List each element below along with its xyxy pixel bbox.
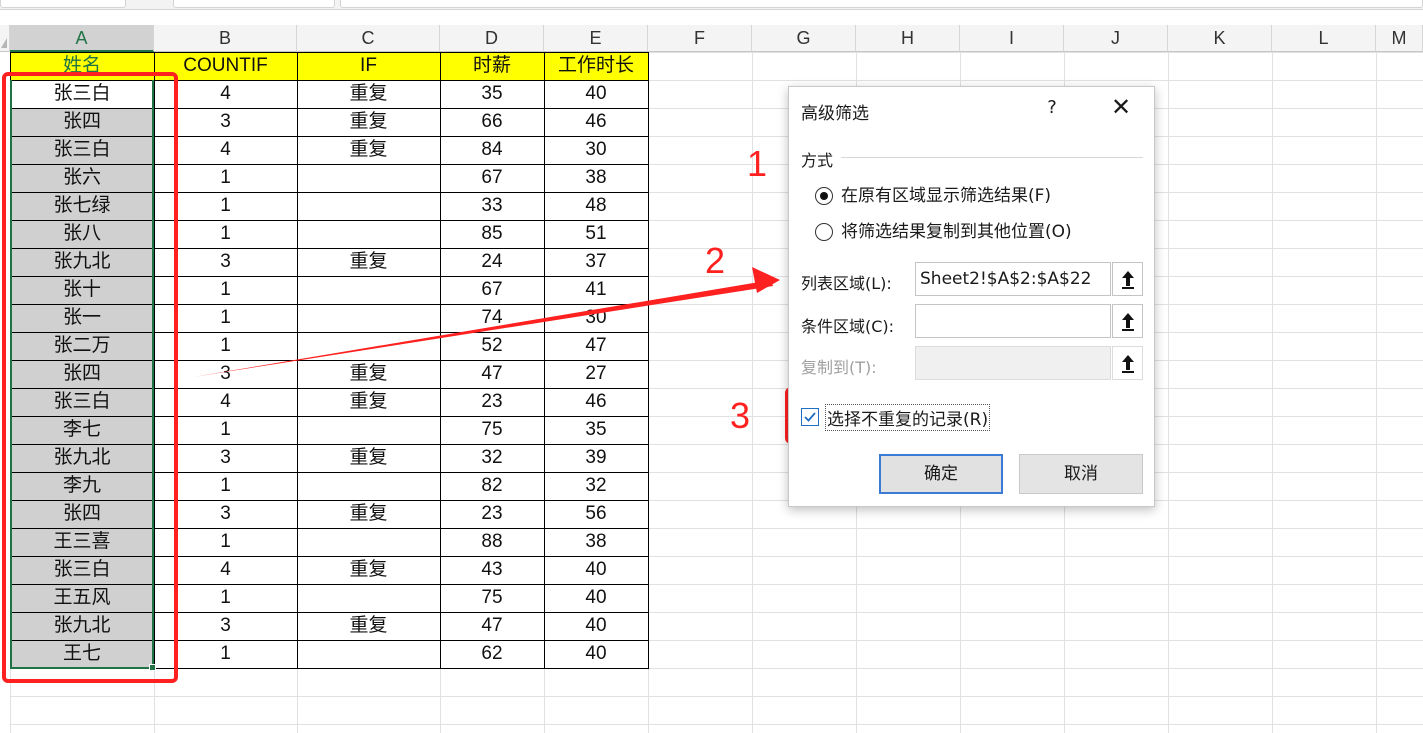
collapse-arrow-icon: [1122, 355, 1134, 373]
advanced-filter-dialog: 高级筛选 ? ✕ 方式 在原有区域显示筛选结果(F) 将筛选结果复制到其他位置(…: [788, 86, 1155, 507]
dialog-title: 高级筛选: [801, 104, 869, 124]
criteria-range-label: 条件区域(C):: [801, 317, 895, 336]
annotation-arrow-shaft: [193, 280, 773, 377]
close-button[interactable]: ✕: [1107, 93, 1135, 121]
unique-records-checkbox-row[interactable]: 选择不重复的记录(R): [801, 403, 991, 431]
annotation-arrow-head: [752, 267, 780, 293]
radio-filter-in-place[interactable]: 在原有区域显示筛选结果(F): [815, 184, 1051, 208]
list-range-collapse-button[interactable]: [1112, 262, 1143, 296]
radio-copy-to-location[interactable]: 将筛选结果复制到其他位置(O): [815, 220, 1072, 244]
radio-unselected-icon[interactable]: [815, 223, 833, 241]
unique-records-label: 选择不重复的记录(R): [825, 403, 991, 431]
radio-filter-in-place-label: 在原有区域显示筛选结果(F): [841, 186, 1052, 206]
mode-group-label: 方式: [801, 151, 834, 170]
cancel-button[interactable]: 取消: [1019, 454, 1143, 494]
radio-copy-to-location-label: 将筛选结果复制到其他位置(O): [841, 222, 1072, 242]
list-range-label: 列表区域(L):: [801, 274, 892, 293]
unique-records-checkbox[interactable]: [801, 408, 819, 426]
list-range-input[interactable]: Sheet2!$A$2:$A$22: [915, 262, 1111, 296]
mode-group-divider: [841, 157, 1143, 158]
collapse-arrow-icon: [1122, 313, 1134, 331]
ok-button[interactable]: 确定: [879, 454, 1003, 494]
collapse-arrow-icon: [1122, 271, 1134, 289]
copy-to-input: [915, 346, 1111, 380]
criteria-range-collapse-button[interactable]: [1112, 304, 1143, 338]
checkmark-icon: [804, 412, 816, 422]
radio-selected-icon[interactable]: [815, 187, 833, 205]
annotation-arrow: [193, 267, 780, 377]
copy-to-collapse-button: [1112, 346, 1143, 380]
criteria-range-input[interactable]: [915, 304, 1111, 338]
help-button[interactable]: ?: [1042, 97, 1062, 121]
copy-to-label: 复制到(T):: [801, 358, 877, 377]
